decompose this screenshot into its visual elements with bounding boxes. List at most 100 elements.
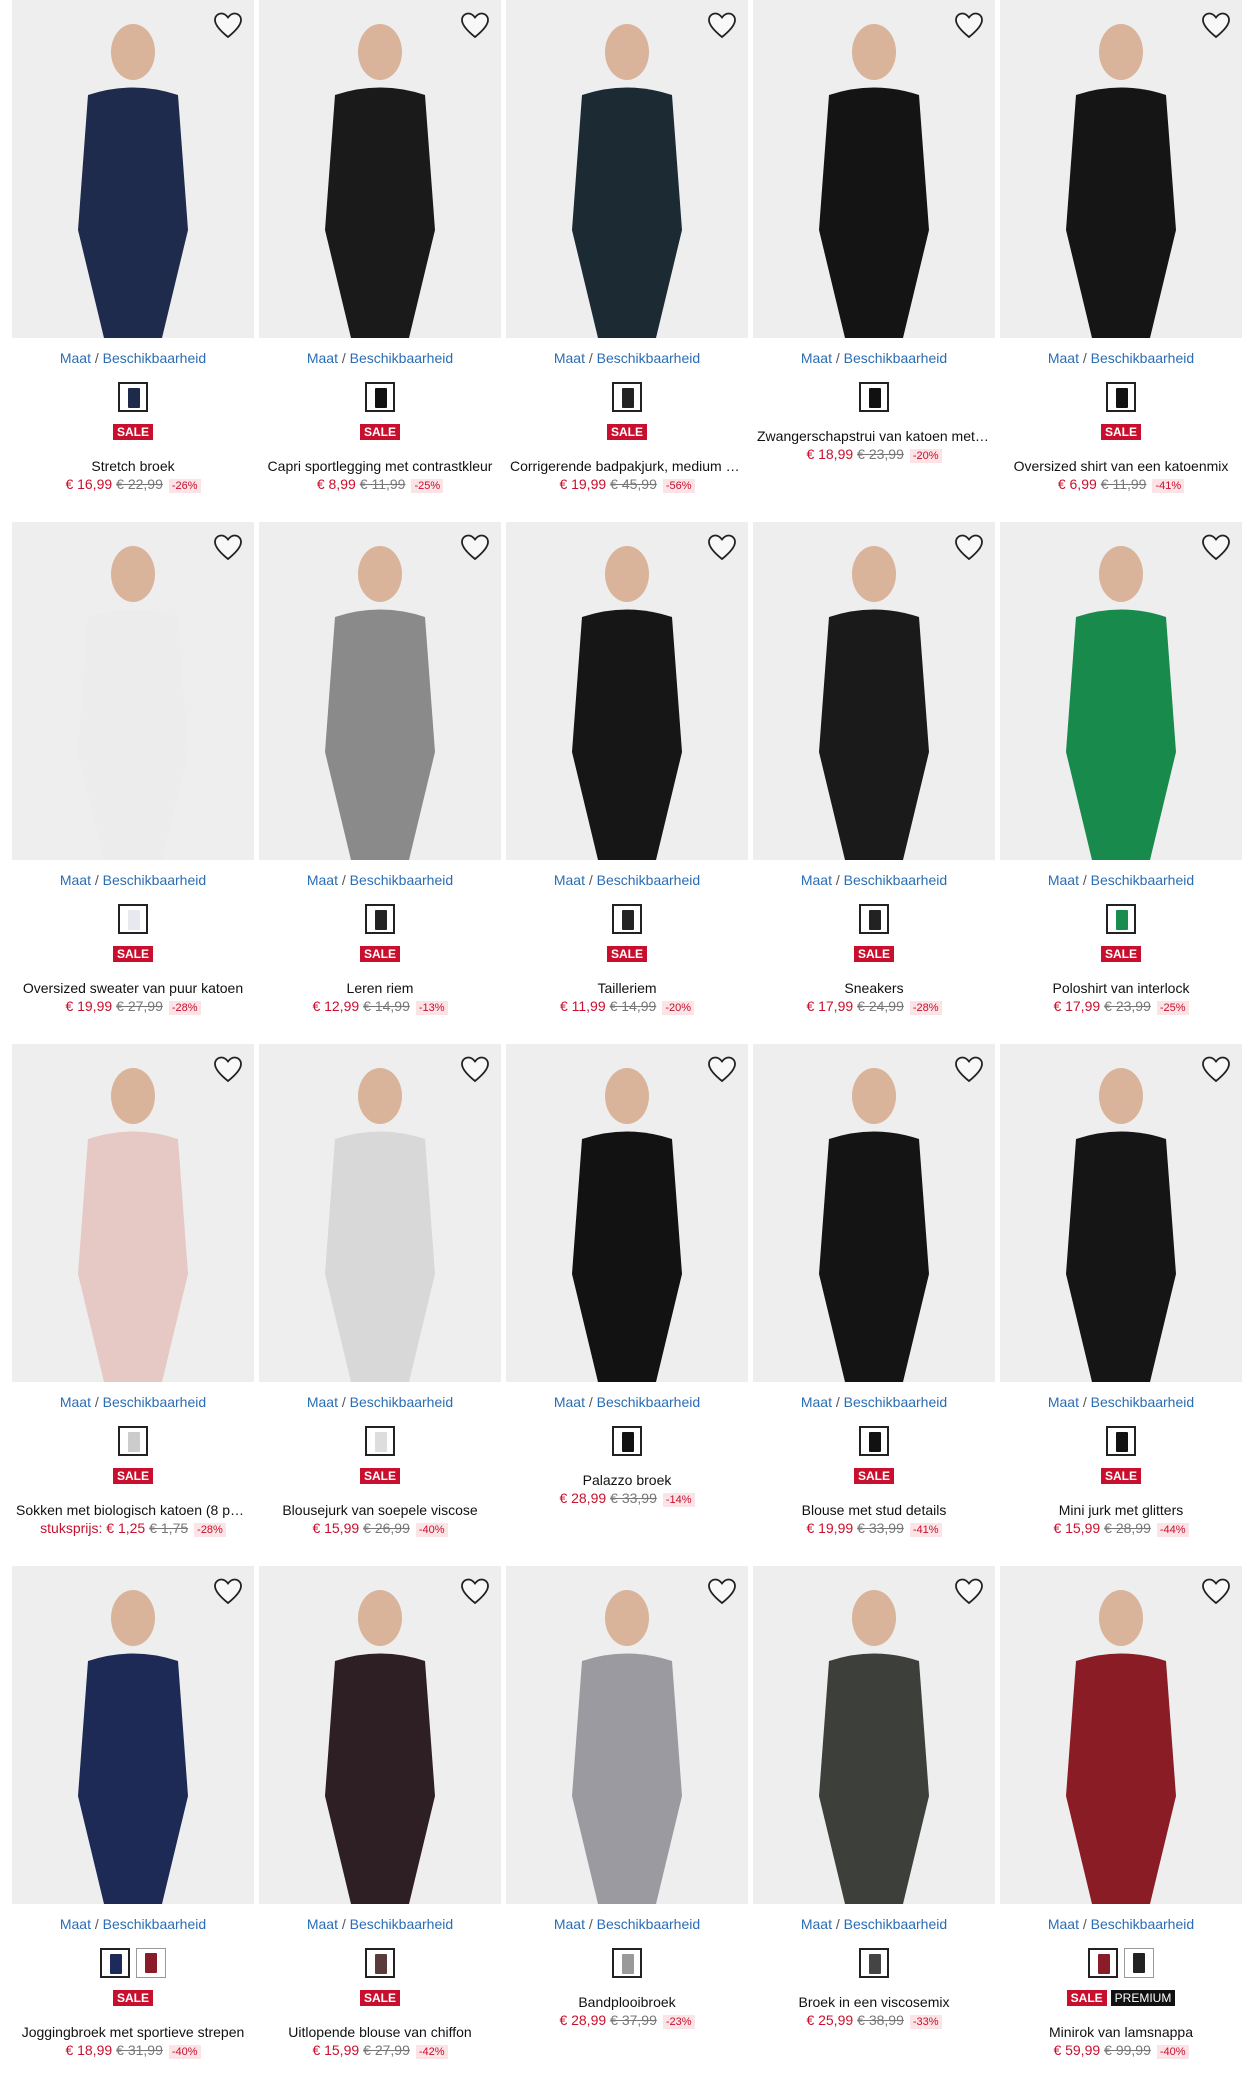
- product-card[interactable]: Maat / Beschikbaarheid Bandplooibroek € 28…: [506, 1566, 748, 2076]
- color-swatch[interactable]: [859, 1426, 889, 1456]
- wishlist-heart-icon[interactable]: [459, 532, 491, 564]
- color-swatch[interactable]: [118, 382, 148, 412]
- size-availability-link[interactable]: Maat / Beschikbaarheid: [1000, 872, 1242, 888]
- size-availability-link[interactable]: Maat / Beschikbaarheid: [753, 872, 995, 888]
- wishlist-heart-icon[interactable]: [212, 532, 244, 564]
- color-swatch[interactable]: [1106, 904, 1136, 934]
- product-image[interactable]: [1000, 1044, 1242, 1382]
- product-card[interactable]: Maat / Beschikbaarheid SALE Tailleriem € 11…: [506, 522, 748, 1032]
- color-swatch[interactable]: [118, 1426, 148, 1456]
- product-name[interactable]: Sneakers: [757, 980, 991, 996]
- wishlist-heart-icon[interactable]: [459, 1054, 491, 1086]
- size-availability-link[interactable]: Maat / Beschikbaarheid: [1000, 1916, 1242, 1932]
- product-image[interactable]: [12, 1566, 254, 1904]
- product-card[interactable]: Maat / Beschikbaarheid SALE Stretch broek €…: [12, 0, 254, 510]
- product-name[interactable]: Poloshirt van interlock: [1004, 980, 1238, 996]
- color-swatch[interactable]: [612, 904, 642, 934]
- wishlist-heart-icon[interactable]: [953, 1054, 985, 1086]
- product-image[interactable]: [12, 1044, 254, 1382]
- size-availability-link[interactable]: Maat / Beschikbaarheid: [753, 1916, 995, 1932]
- wishlist-heart-icon[interactable]: [953, 532, 985, 564]
- product-name[interactable]: Tailleriem: [510, 980, 744, 996]
- wishlist-heart-icon[interactable]: [1200, 1054, 1232, 1086]
- product-card[interactable]: Maat / Beschikbaarheid SALE PREMIUM Minirok…: [1000, 1566, 1242, 2076]
- wishlist-heart-icon[interactable]: [212, 1054, 244, 1086]
- product-image[interactable]: [259, 1566, 501, 1904]
- product-image[interactable]: [259, 522, 501, 860]
- product-card[interactable]: Maat / Beschikbaarheid Zwangerschapstrui …: [753, 0, 995, 510]
- product-name[interactable]: Broek in een viscosemix: [757, 1994, 991, 2010]
- color-swatch[interactable]: [859, 904, 889, 934]
- color-swatch[interactable]: [136, 1948, 166, 1978]
- wishlist-heart-icon[interactable]: [706, 532, 738, 564]
- product-image[interactable]: [506, 522, 748, 860]
- product-name[interactable]: Bandplooibroek: [510, 1994, 744, 2010]
- size-availability-link[interactable]: Maat / Beschikbaarheid: [12, 350, 254, 366]
- wishlist-heart-icon[interactable]: [953, 10, 985, 42]
- wishlist-heart-icon[interactable]: [459, 1576, 491, 1608]
- product-name[interactable]: Oversized shirt van een katoenmix: [1004, 458, 1238, 474]
- product-name[interactable]: Capri sportlegging met contrastkleur: [263, 458, 497, 474]
- color-swatch[interactable]: [612, 382, 642, 412]
- product-card[interactable]: Maat / Beschikbaarheid SALE Joggingbroek m…: [12, 1566, 254, 2076]
- color-swatch[interactable]: [365, 382, 395, 412]
- size-availability-link[interactable]: Maat / Beschikbaarheid: [506, 350, 748, 366]
- product-image[interactable]: [753, 522, 995, 860]
- product-image[interactable]: [1000, 1566, 1242, 1904]
- product-card[interactable]: Maat / Beschikbaarheid SALE Uitlopende blo…: [259, 1566, 501, 2076]
- color-swatch[interactable]: [1106, 1426, 1136, 1456]
- product-name[interactable]: Blousejurk van soepele viscose: [263, 1502, 497, 1518]
- product-image[interactable]: [506, 1044, 748, 1382]
- product-image[interactable]: [12, 0, 254, 338]
- color-swatch[interactable]: [365, 1426, 395, 1456]
- product-card[interactable]: Maat / Beschikbaarheid SALE Poloshirt van …: [1000, 522, 1242, 1032]
- size-availability-link[interactable]: Maat / Beschikbaarheid: [12, 1394, 254, 1410]
- product-card[interactable]: Maat / Beschikbaarheid SALE Oversized swea…: [12, 522, 254, 1032]
- product-image[interactable]: [259, 1044, 501, 1382]
- size-availability-link[interactable]: Maat / Beschikbaarheid: [12, 872, 254, 888]
- product-card[interactable]: Maat / Beschikbaarheid SALE Corrigerende b…: [506, 0, 748, 510]
- size-availability-link[interactable]: Maat / Beschikbaarheid: [259, 350, 501, 366]
- wishlist-heart-icon[interactable]: [706, 10, 738, 42]
- product-name[interactable]: Stretch broek: [16, 458, 250, 474]
- product-name[interactable]: Zwangerschapstrui van katoen met strikba…: [757, 428, 991, 444]
- color-swatch[interactable]: [1106, 382, 1136, 412]
- wishlist-heart-icon[interactable]: [1200, 532, 1232, 564]
- size-availability-link[interactable]: Maat / Beschikbaarheid: [12, 1916, 254, 1932]
- product-image[interactable]: [1000, 0, 1242, 338]
- color-swatch[interactable]: [612, 1426, 642, 1456]
- wishlist-heart-icon[interactable]: [953, 1576, 985, 1608]
- product-image[interactable]: [753, 0, 995, 338]
- product-name[interactable]: Oversized sweater van puur katoen: [16, 980, 250, 996]
- color-swatch[interactable]: [859, 382, 889, 412]
- product-image[interactable]: [753, 1044, 995, 1382]
- product-image[interactable]: [753, 1566, 995, 1904]
- product-name[interactable]: Corrigerende badpakjurk, medium shape: [510, 458, 744, 474]
- product-name[interactable]: Sokken met biologisch katoen (8 paar): [16, 1502, 250, 1518]
- color-swatch[interactable]: [1088, 1948, 1118, 1978]
- product-name[interactable]: Minirok van lamsnappa: [1004, 2024, 1238, 2040]
- wishlist-heart-icon[interactable]: [1200, 10, 1232, 42]
- product-card[interactable]: Maat / Beschikbaarheid SALE Mini jurk met …: [1000, 1044, 1242, 1554]
- product-card[interactable]: Maat / Beschikbaarheid Broek in een visco…: [753, 1566, 995, 2076]
- product-image[interactable]: [506, 1566, 748, 1904]
- product-image[interactable]: [12, 522, 254, 860]
- product-card[interactable]: Maat / Beschikbaarheid SALE Blousejurk van…: [259, 1044, 501, 1554]
- size-availability-link[interactable]: Maat / Beschikbaarheid: [506, 1394, 748, 1410]
- product-card[interactable]: Maat / Beschikbaarheid SALE Sneakers € 17,9…: [753, 522, 995, 1032]
- color-swatch[interactable]: [100, 1948, 130, 1978]
- color-swatch[interactable]: [859, 1948, 889, 1978]
- size-availability-link[interactable]: Maat / Beschikbaarheid: [1000, 1394, 1242, 1410]
- size-availability-link[interactable]: Maat / Beschikbaarheid: [259, 872, 501, 888]
- product-name[interactable]: Palazzo broek: [510, 1472, 744, 1488]
- product-card[interactable]: Maat / Beschikbaarheid SALE Oversized shir…: [1000, 0, 1242, 510]
- wishlist-heart-icon[interactable]: [212, 10, 244, 42]
- size-availability-link[interactable]: Maat / Beschikbaarheid: [259, 1394, 501, 1410]
- product-card[interactable]: Maat / Beschikbaarheid SALE Blouse met stu…: [753, 1044, 995, 1554]
- color-swatch[interactable]: [365, 904, 395, 934]
- color-swatch[interactable]: [612, 1948, 642, 1978]
- product-card[interactable]: Maat / Beschikbaarheid SALE Leren riem € 12…: [259, 522, 501, 1032]
- wishlist-heart-icon[interactable]: [212, 1576, 244, 1608]
- wishlist-heart-icon[interactable]: [706, 1054, 738, 1086]
- wishlist-heart-icon[interactable]: [1200, 1576, 1232, 1608]
